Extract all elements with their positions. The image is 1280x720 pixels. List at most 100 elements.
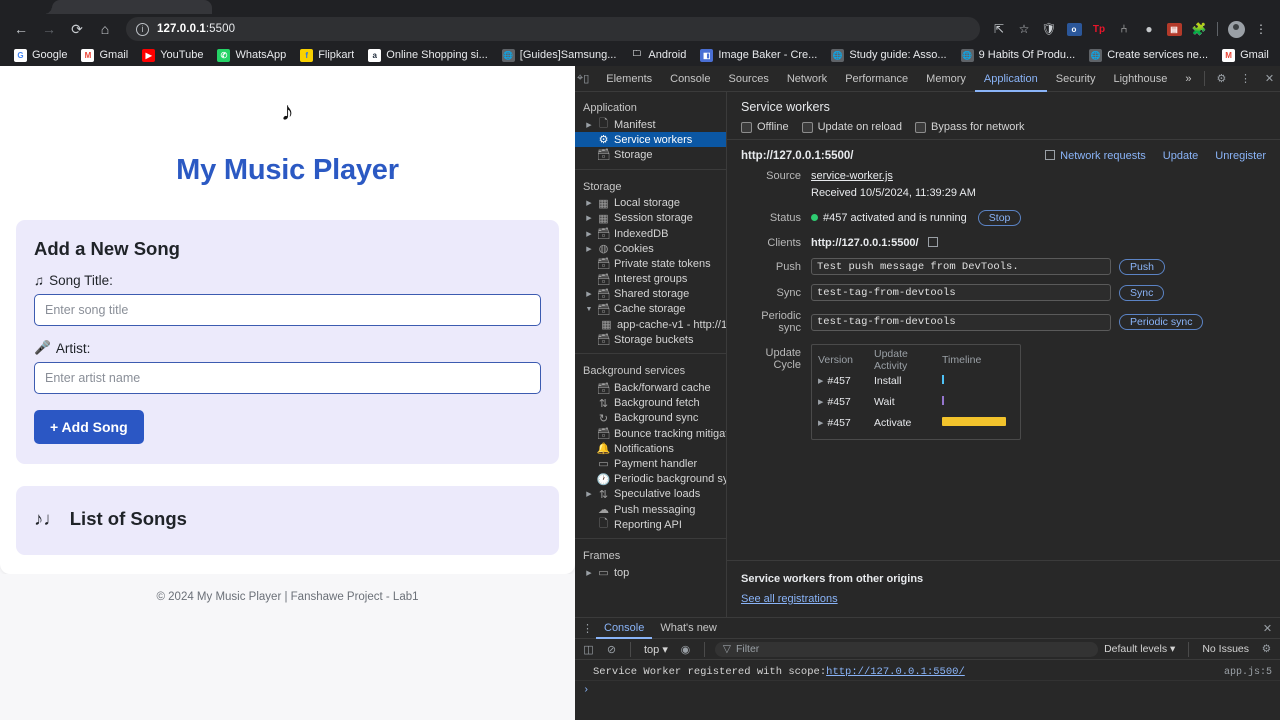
console-sidebar-icon[interactable]: ◫	[580, 641, 597, 658]
tab-console[interactable]: Console	[596, 618, 652, 639]
add-song-button[interactable]: + Add Song	[34, 410, 144, 444]
chevron-right-icon[interactable]: ▶	[818, 398, 823, 406]
source-link[interactable]: service-worker.js	[811, 170, 893, 182]
chevron-right-icon[interactable]: ▶	[585, 245, 593, 253]
console-message-link[interactable]: http://127.0.0.1:5500/	[826, 666, 965, 678]
checkbox-update-on-reload[interactable]: Update on reload	[801, 121, 902, 133]
back-button[interactable]: ←	[8, 16, 34, 42]
tab-whats-new[interactable]: What's new	[652, 618, 725, 639]
sync-button[interactable]: Sync	[1119, 284, 1165, 301]
devtools-tab-performance[interactable]: Performance	[836, 66, 917, 92]
sidebar-item-session-storage[interactable]: ▶ ▦ Session storage	[575, 211, 726, 226]
devtools-tab-memory[interactable]: Memory	[917, 66, 975, 92]
sidebar-item-indexeddb[interactable]: ▶ 🗃 IndexedDB	[575, 226, 726, 241]
chevron-right-icon[interactable]: ▶	[585, 230, 593, 238]
checkbox-box[interactable]	[741, 121, 752, 133]
periodic-sync-button[interactable]: Periodic sync	[1119, 314, 1204, 330]
sidebar-item-app-cache-v1-http-12[interactable]: ▦ app-cache-v1 - http://12	[575, 317, 726, 332]
sidebar-item-periodic-background-sync[interactable]: 🕐Periodic background sync	[575, 472, 726, 487]
reload-button[interactable]: ⟳	[64, 16, 90, 42]
chevron-right-icon[interactable]: ▶	[585, 490, 593, 498]
bookmark-item[interactable]: G Google	[8, 47, 73, 64]
sync-input[interactable]	[811, 284, 1111, 301]
shield-icon[interactable]: 🛡	[1038, 18, 1060, 40]
sidebar-item-local-storage[interactable]: ▶ ▦ Local storage	[575, 196, 726, 211]
install-app-icon[interactable]: ⇱	[988, 18, 1010, 40]
sidebar-item-top[interactable]: ▶ ▭ top	[575, 565, 726, 580]
bookmark-item[interactable]: 🌐 Create services ne...	[1083, 47, 1214, 64]
devtools-tab-sources[interactable]: Sources	[719, 66, 777, 92]
devtools-tabs-overflow[interactable]: »	[1176, 66, 1200, 92]
sidebar-item-background-sync[interactable]: ↻ Background sync	[575, 411, 726, 426]
update-cycle-row[interactable]: ▶ #457 Wait	[812, 391, 1020, 412]
sidebar-item-payment-handler[interactable]: ▭ Payment handler	[575, 456, 726, 471]
bookmark-item[interactable]: 🗀 Android	[624, 47, 692, 64]
settings-gear-icon[interactable]: ⚙	[1209, 67, 1233, 91]
console-prompt[interactable]: ›	[575, 681, 1280, 699]
see-all-registrations-link[interactable]: See all registrations	[741, 593, 1266, 605]
update-cycle-row[interactable]: ▶ #457 Activate	[812, 412, 1020, 433]
circle-icon[interactable]: ●	[1138, 18, 1160, 40]
bookmark-item[interactable]: 🌐 [Guides]Samsung...	[496, 47, 623, 64]
live-expression-icon[interactable]: ◉	[677, 641, 694, 658]
sidebar-item-speculative-loads[interactable]: ▶ ⇅ Speculative loads	[575, 487, 726, 502]
checkbox-box[interactable]	[915, 121, 926, 133]
console-filter-input[interactable]: ▽ Filter	[714, 641, 1099, 657]
device-toolbar-icon[interactable]: ▯	[583, 67, 589, 91]
sidebar-item-notifications[interactable]: 🔔 Notifications	[575, 441, 726, 456]
chevron-right-icon[interactable]: ▶	[585, 569, 593, 577]
sidebar-item-shared-storage[interactable]: ▶ 🗃 Shared storage	[575, 287, 726, 302]
chevron-right-icon[interactable]: ▶	[585, 290, 593, 298]
bookmark-item[interactable]: M Gmail	[1216, 47, 1275, 64]
site-info-icon[interactable]: i	[136, 22, 149, 36]
extensions-icon[interactable]: 🧩	[1188, 18, 1210, 40]
chevron-right-icon[interactable]: ▶	[585, 199, 593, 207]
artist-input[interactable]	[34, 362, 541, 394]
address-bar[interactable]: i 127.0.0.1:5500	[126, 17, 980, 41]
pen-icon[interactable]: ⑃	[1113, 18, 1135, 40]
periodic-sync-input[interactable]	[811, 313, 1111, 331]
sidebar-item-push-messaging[interactable]: ☁ Push messaging	[575, 502, 726, 517]
unregister-link[interactable]: Unregister	[1215, 150, 1266, 162]
push-input[interactable]	[811, 258, 1111, 275]
update-cycle-row[interactable]: ▶ #457 Install	[812, 370, 1020, 391]
sidebar-item-storage-buckets[interactable]: 🗃 Storage buckets	[575, 332, 726, 347]
bookmark-item[interactable]: M Gmail	[75, 47, 134, 64]
song-title-input[interactable]	[34, 294, 541, 326]
chevron-right-icon[interactable]: ▶	[585, 214, 593, 222]
bookmark-item[interactable]: 🌐 Study guide: Asso...	[825, 47, 952, 64]
console-message-source[interactable]: app.js:5	[1224, 667, 1272, 678]
bookmark-item[interactable]: a Online Shopping si...	[362, 47, 494, 64]
checkbox-bypass-for-network[interactable]: Bypass for network	[915, 121, 1025, 133]
stop-button[interactable]: Stop	[977, 210, 1022, 226]
sidebar-item-back-forward-cache[interactable]: 🗃 Back/forward cache	[575, 380, 726, 395]
office-icon[interactable]: o	[1063, 18, 1085, 40]
chrome-menu-icon[interactable]: ⋮	[1250, 18, 1272, 40]
tp-icon[interactable]: Tp	[1088, 18, 1110, 40]
checkbox-box[interactable]	[801, 121, 813, 133]
photos-icon[interactable]: ▤	[1163, 18, 1185, 40]
sidebar-item-background-fetch[interactable]: ⇅ Background fetch	[575, 396, 726, 411]
sidebar-item-cache-storage[interactable]: ▼ 🗃 Cache storage	[575, 302, 726, 317]
browser-tab[interactable]	[44, 0, 212, 14]
chevron-down-icon[interactable]: ▼	[585, 306, 593, 313]
devtools-tab-console[interactable]: Console	[661, 66, 719, 92]
chevron-right-icon[interactable]: ▶	[585, 121, 593, 129]
profile-avatar[interactable]	[1225, 18, 1247, 40]
sidebar-item-reporting-api[interactable]: 🗋 Reporting API	[575, 517, 726, 532]
network-requests-link[interactable]: Network requests	[1045, 150, 1146, 162]
sidebar-item-private-state-tokens[interactable]: 🗃 Private state tokens	[575, 256, 726, 271]
sidebar-item-cookies[interactable]: ▶ ◍ Cookies	[575, 241, 726, 256]
bookmark-item[interactable]: ▶ YouTube	[136, 47, 209, 64]
devtools-tab-network[interactable]: Network	[778, 66, 836, 92]
issues-status[interactable]: No Issues	[1202, 643, 1249, 655]
sidebar-item-service-workers[interactable]: ⚙ Service workers	[575, 132, 726, 148]
checkbox-offline[interactable]: Offline	[741, 121, 789, 133]
close-drawer-icon[interactable]: ✕	[1259, 620, 1276, 637]
devtools-tab-application[interactable]: Application	[975, 66, 1047, 92]
more-options-icon[interactable]: ⋮	[1233, 67, 1257, 91]
update-link[interactable]: Update	[1163, 150, 1198, 162]
devtools-tab-elements[interactable]: Elements	[597, 66, 661, 92]
push-button[interactable]: Push	[1119, 258, 1165, 275]
bookmark-item[interactable]: ◧ Image Baker - Cre...	[694, 47, 823, 64]
